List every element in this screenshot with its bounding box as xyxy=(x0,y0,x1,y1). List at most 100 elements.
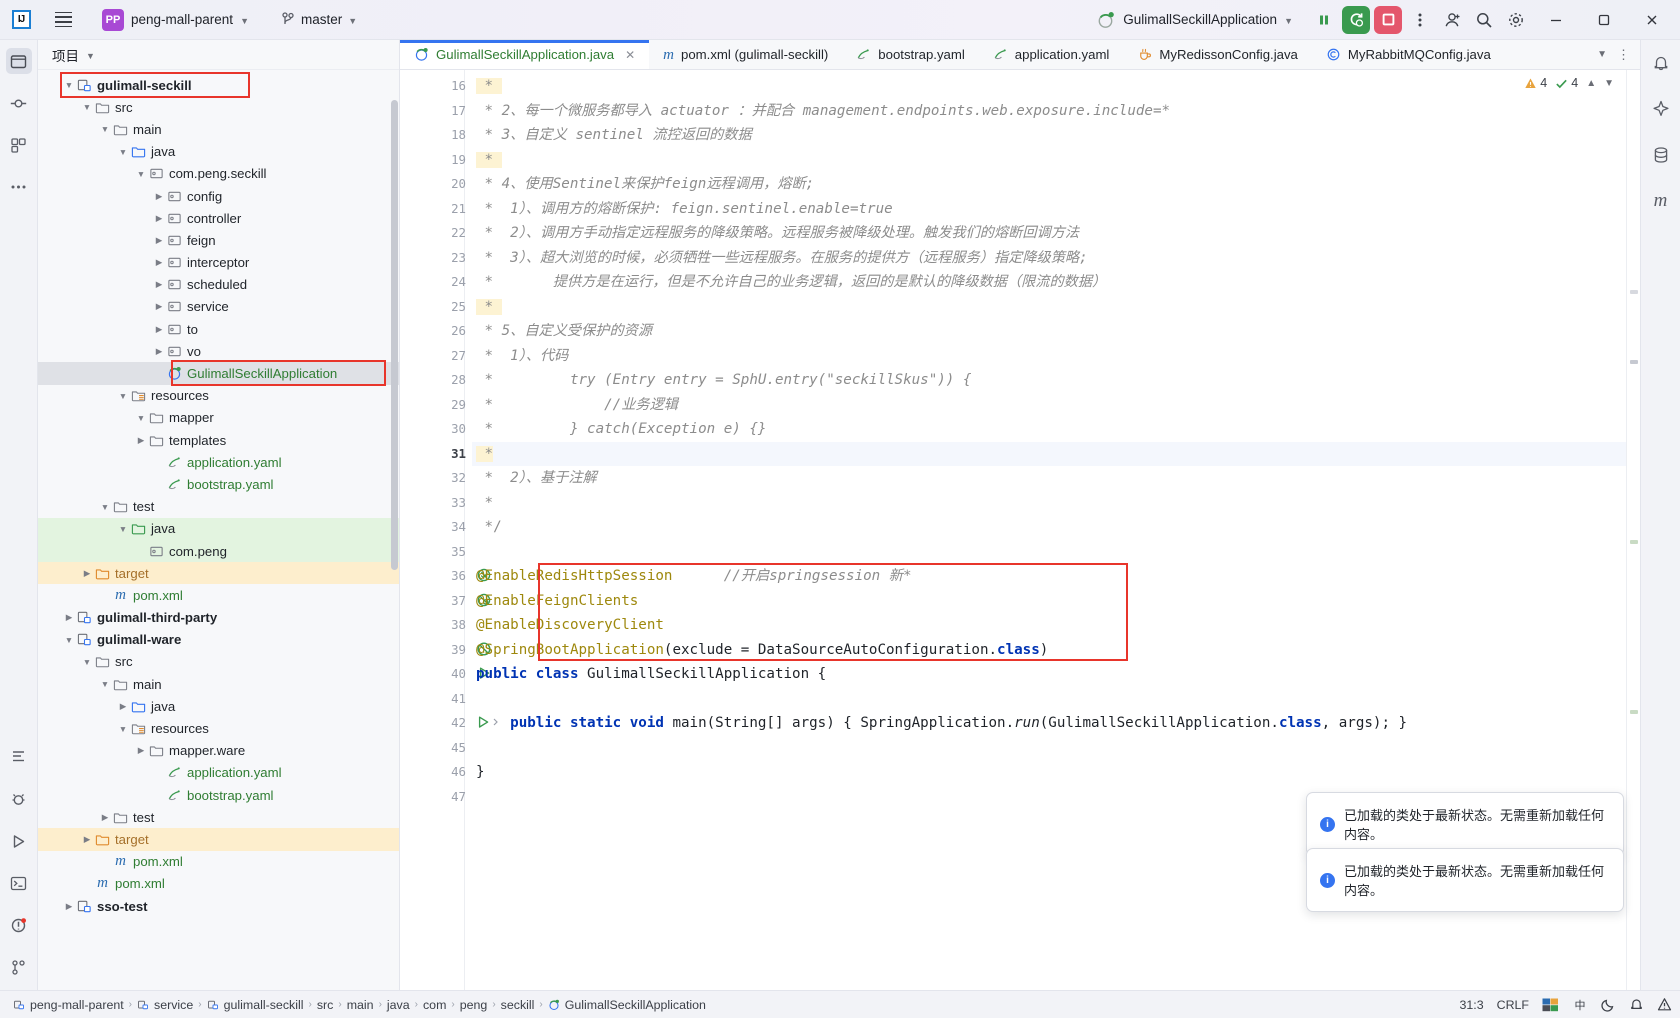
breadcrumb-item-com[interactable]: com xyxy=(418,996,451,1014)
close-button[interactable] xyxy=(1630,0,1674,40)
code-line[interactable] xyxy=(472,540,1626,565)
next-highlight-icon[interactable]: ▼ xyxy=(1604,78,1614,89)
breadcrumb-item-java[interactable]: java xyxy=(382,996,415,1014)
tree-item-to[interactable]: ▶ to xyxy=(38,318,399,340)
chevron-right-icon[interactable]: ▶ xyxy=(152,346,166,357)
editor-tab-gulimallseckillapplication-java[interactable]: GulimallSeckillApplication.java ✕ xyxy=(400,40,650,69)
maven-m-icon[interactable]: m xyxy=(1648,188,1674,214)
tree-item-test[interactable]: ▼ test xyxy=(38,496,399,518)
line-number[interactable]: 21 xyxy=(400,197,472,222)
editor-tab-myredissonconfig-java[interactable]: MyRedissonConfig.java xyxy=(1123,40,1312,69)
breadcrumb-item-gulimallseckillapplication[interactable]: GulimallSeckillApplication xyxy=(543,996,711,1014)
editor-tab-application-yaml[interactable]: application.yaml xyxy=(979,40,1124,69)
chevron-right-icon[interactable]: ▶ xyxy=(62,901,76,912)
project-tree-scrollbar[interactable] xyxy=(391,100,398,570)
line-number[interactable]: 24 xyxy=(400,270,472,295)
code-line[interactable]: @EnableRedisHttpSession //开启springsessio… xyxy=(472,564,1626,589)
minimize-button[interactable] xyxy=(1534,0,1578,40)
line-number[interactable]: 26 xyxy=(400,319,472,344)
chevron-down-icon[interactable]: ▼ xyxy=(62,635,76,645)
tree-item-gulimall-third-party[interactable]: ▶ gulimall-third-party xyxy=(38,607,399,629)
line-number[interactable]: 47 xyxy=(400,785,472,810)
tree-item-config[interactable]: ▶ config xyxy=(38,185,399,207)
tree-item-resources[interactable]: ▼ resources xyxy=(38,385,399,407)
code-line[interactable]: * //业务逻辑 xyxy=(472,393,1626,418)
code-line[interactable]: * 2）、调用方手动指定远程服务的降级策略。远程服务被降级处理。触发我们的熔断回… xyxy=(472,221,1626,246)
tree-item-java[interactable]: ▶ java xyxy=(38,695,399,717)
chevron-right-icon[interactable]: ▶ xyxy=(152,213,166,224)
editor-marker-bar[interactable] xyxy=(1626,70,1640,990)
breadcrumb[interactable]: peng-mall-parent › service › gulimall-seckil… xyxy=(8,996,711,1014)
account-icon[interactable] xyxy=(1438,6,1466,34)
line-number[interactable]: 17 xyxy=(400,99,472,124)
code-line[interactable]: * 4、使用Sentinel来保护feign远程调用，熔断; xyxy=(472,172,1626,197)
chevron-right-icon[interactable]: ▶ xyxy=(116,701,130,712)
tree-item-target[interactable]: ▶ target xyxy=(38,562,399,585)
chevron-down-icon[interactable]: ▼ xyxy=(116,524,130,534)
chevron-down-icon[interactable]: ▼ xyxy=(98,124,112,134)
tree-item-feign[interactable]: ▶ feign xyxy=(38,229,399,251)
terminal-icon[interactable] xyxy=(6,870,32,896)
tree-item-src[interactable]: ▼ src xyxy=(38,651,399,673)
line-number[interactable]: 41 xyxy=(400,687,472,712)
maximize-button[interactable] xyxy=(1582,0,1626,40)
tree-item-templates[interactable]: ▶ templates xyxy=(38,429,399,451)
editor-tab-myrabbitmqconfig-java[interactable]: MyRabbitMQConfig.java xyxy=(1312,40,1505,69)
branch-selector[interactable]: master ▼ xyxy=(275,9,363,30)
line-number[interactable]: 20 xyxy=(400,172,472,197)
structure-tool-icon[interactable] xyxy=(6,132,32,158)
chevron-down-icon[interactable]: ▼ xyxy=(62,80,76,90)
code-line[interactable] xyxy=(472,687,1626,712)
editor-tab-bar[interactable]: GulimallSeckillApplication.java ✕ m pom.xml… xyxy=(400,40,1640,70)
code-line[interactable]: @EnableDiscoveryClient xyxy=(472,613,1626,638)
breadcrumb-item-peng-mall-parent[interactable]: peng-mall-parent xyxy=(8,996,129,1014)
tree-item-controller[interactable]: ▶ controller xyxy=(38,207,399,229)
more-tool-windows-icon[interactable] xyxy=(6,174,32,200)
code-editor[interactable]: 16 17 18 19 20 21 22 23 24 25 26 27 28 29 30 31 32 33 34 35… xyxy=(400,70,1640,990)
tree-item-pom-xml[interactable]: ·m pom.xml xyxy=(38,873,399,895)
code-line[interactable]: * 提供方是在运行，但是不允许自己的业务逻辑，返回的是默认的降级数据（限流的数据… xyxy=(472,270,1626,295)
editor-tab-bootstrap-yaml[interactable]: bootstrap.yaml xyxy=(842,40,979,69)
chevron-right-icon[interactable]: ▶ xyxy=(152,324,166,335)
database-icon[interactable] xyxy=(1648,142,1674,168)
tree-item-target[interactable]: ▶ target xyxy=(38,828,399,851)
git-icon[interactable] xyxy=(6,954,32,980)
previous-highlight-icon[interactable]: ▲ xyxy=(1586,78,1596,89)
tree-item-gulimall-ware[interactable]: ▼ gulimall-ware xyxy=(38,629,399,651)
line-number[interactable]: 29 xyxy=(400,393,472,418)
chevron-right-icon[interactable]: ▶ xyxy=(98,812,112,823)
code-line[interactable]: * xyxy=(472,148,1626,173)
code-line[interactable]: @EnableFeignClients xyxy=(472,589,1626,614)
chevron-right-icon[interactable]: ▶ xyxy=(152,301,166,312)
line-number[interactable]: 25 xyxy=(400,295,472,320)
tree-item-interceptor[interactable]: ▶ interceptor xyxy=(38,252,399,274)
line-number[interactable]: 33 xyxy=(400,491,472,516)
line-number-gutter[interactable]: 16 17 18 19 20 21 22 23 24 25 26 27 28 29 30 31 32 33 34 35… xyxy=(400,70,498,990)
line-number[interactable]: 28 xyxy=(400,368,472,393)
chevron-right-icon[interactable]: ▶ xyxy=(152,235,166,246)
tab-overflow-icon[interactable]: ▼ xyxy=(1597,49,1607,60)
settings-icon[interactable] xyxy=(1502,6,1530,34)
run-icon[interactable] xyxy=(6,828,32,854)
inspection-widget[interactable]: 4 4 ▲ ▼ xyxy=(1524,76,1614,90)
tree-item-service[interactable]: ▶ service xyxy=(38,296,399,318)
chevron-right-icon[interactable]: ▶ xyxy=(152,279,166,290)
chevron-right-icon[interactable]: ▶ xyxy=(80,568,94,579)
chevron-down-icon[interactable]: ▼ xyxy=(86,51,95,61)
line-separator[interactable]: CRLF xyxy=(1497,998,1529,1012)
notification-toast[interactable]: i 已加载的类处于最新状态。无需重新加载任何内容。 xyxy=(1306,848,1624,912)
tree-item-java[interactable]: ▼ java xyxy=(38,517,399,540)
breadcrumb-item-gulimall-seckill[interactable]: gulimall-seckill xyxy=(202,996,309,1014)
code-line[interactable]: * xyxy=(472,295,1626,320)
tree-item-main[interactable]: ▼ main xyxy=(38,673,399,695)
chevron-down-icon[interactable]: ▼ xyxy=(116,391,130,401)
line-number[interactable]: 46 xyxy=(400,760,472,785)
code-line[interactable]: } xyxy=(472,760,1626,785)
line-number[interactable]: 45 xyxy=(400,736,472,761)
code-line[interactable]: public class GulimallSeckillApplication … xyxy=(472,662,1626,687)
line-number[interactable]: 36 xyxy=(400,564,491,589)
project-tree[interactable]: ▼ gulimall-seckill ▼ src ▼ main ▼ java ▼ com.peng… xyxy=(38,70,399,990)
debug-icon[interactable] xyxy=(6,786,32,812)
more-options-button[interactable] xyxy=(1406,6,1434,34)
line-number[interactable]: 19 xyxy=(400,148,472,173)
